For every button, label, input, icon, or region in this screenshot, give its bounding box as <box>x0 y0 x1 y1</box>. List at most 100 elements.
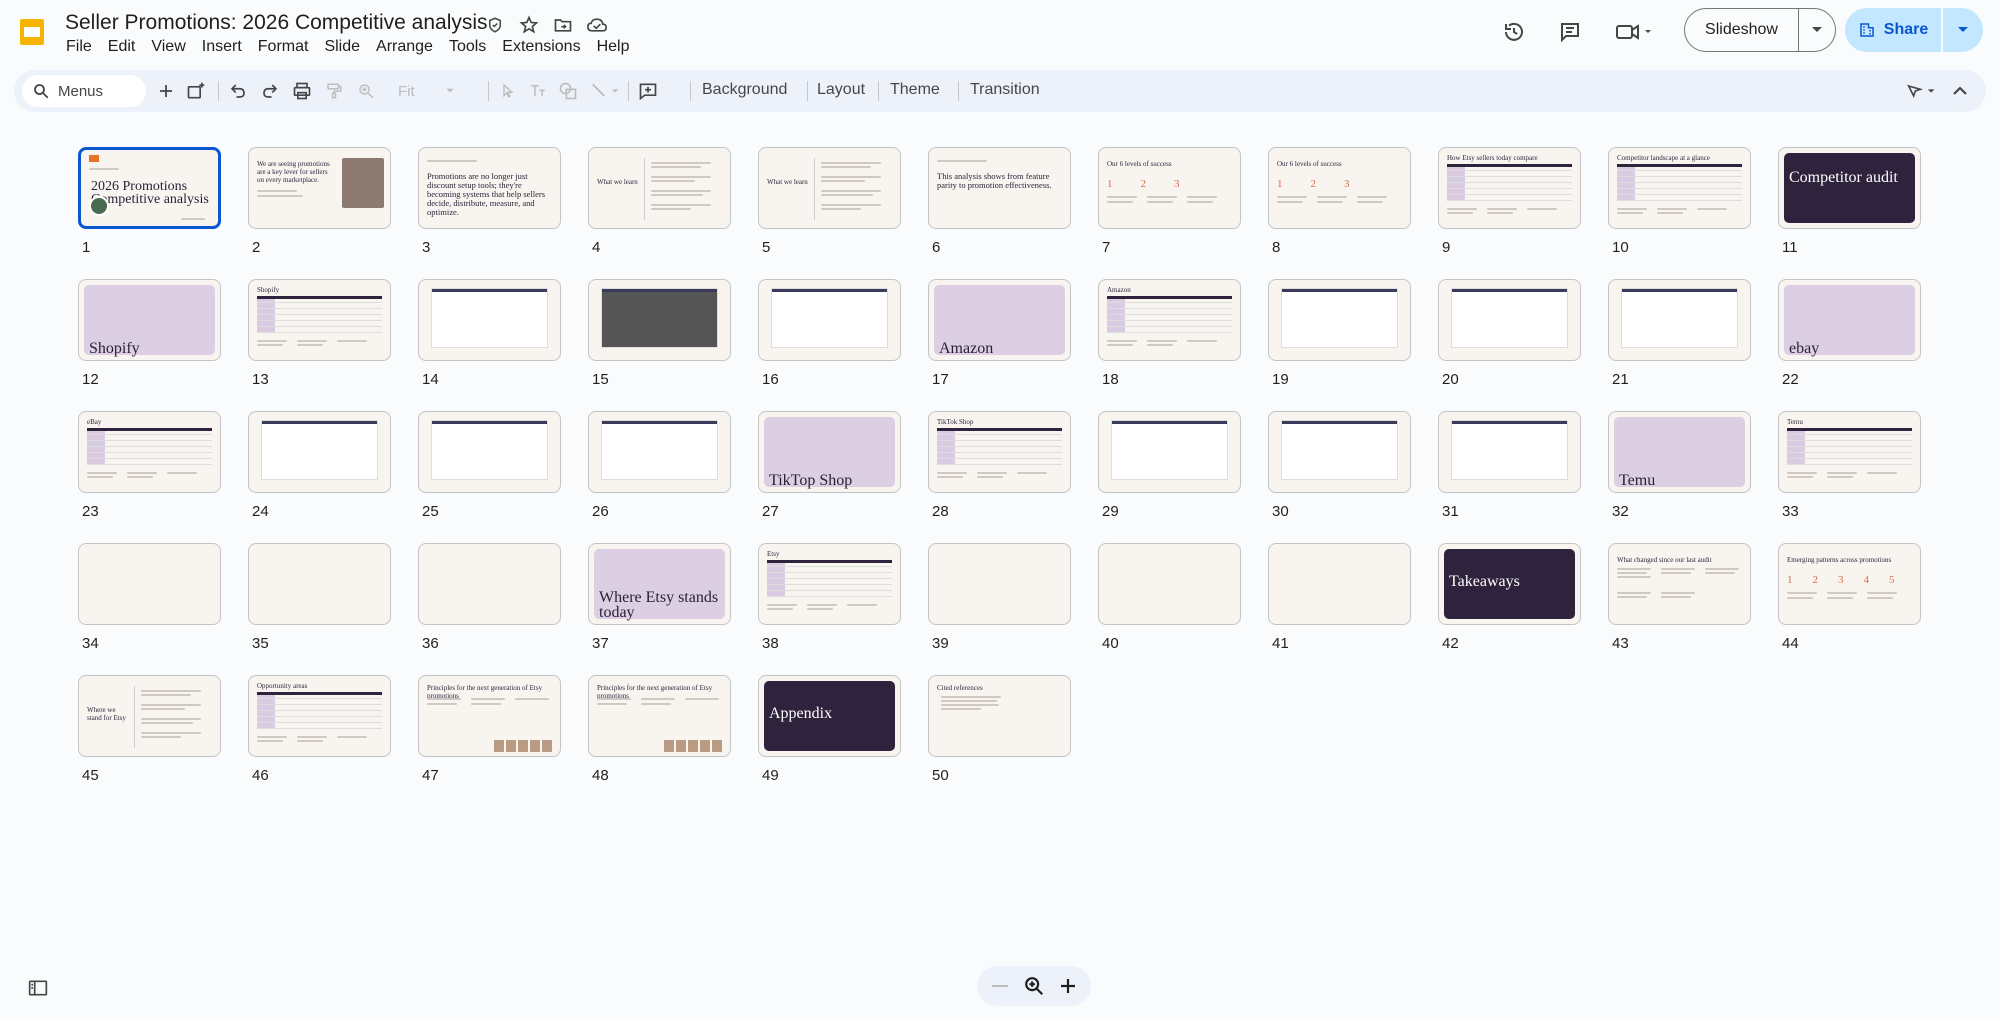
slide-thumbnail-47[interactable]: Principles for the next generation of Et… <box>418 675 561 784</box>
undo-icon[interactable] <box>224 77 252 105</box>
slide-thumbnail-19[interactable]: 19 <box>1268 279 1411 388</box>
slideshow-options-chevron-icon[interactable] <box>1799 9 1835 51</box>
slide-thumbnail-9[interactable]: How Etsy sellers today compare 9 <box>1438 147 1581 256</box>
insert-comment-icon[interactable] <box>634 77 662 105</box>
slide-thumbnail-11[interactable]: Competitor audit 11 <box>1778 147 1921 256</box>
slide-thumbnail-34[interactable]: 34 <box>78 543 221 652</box>
slide-thumbnail-26[interactable]: 26 <box>588 411 731 520</box>
slide-thumbnail-41[interactable]: 41 <box>1268 543 1411 652</box>
slide-thumbnail-4[interactable]: What we learn 4 <box>588 147 731 256</box>
select-cursor-icon[interactable] <box>494 77 522 105</box>
slide-thumbnail-38[interactable]: Etsy 38 <box>758 543 901 652</box>
menu-tools[interactable]: Tools <box>441 37 494 57</box>
slide-thumbnail-39[interactable]: 39 <box>928 543 1071 652</box>
menu-extensions[interactable]: Extensions <box>494 37 588 57</box>
slide-thumbnail-36[interactable]: 36 <box>418 543 561 652</box>
slide-thumbnail-21[interactable]: 21 <box>1608 279 1751 388</box>
slide-thumbnail-31[interactable]: 31 <box>1438 411 1581 520</box>
slide-thumbnail-3[interactable]: Promotions are no longer just discount s… <box>418 147 561 256</box>
slide-number: 38 <box>762 635 779 652</box>
slide-thumbnail-30[interactable]: 30 <box>1268 411 1411 520</box>
slide-thumbnail-43[interactable]: What changed since our last audit 43 <box>1608 543 1751 652</box>
print-icon[interactable] <box>288 77 316 105</box>
menu-insert[interactable]: Insert <box>194 37 250 57</box>
slide-thumbnail-1[interactable]: 2026 Promotions Competitive analysis 1 <box>78 147 221 256</box>
slide-thumbnail-42[interactable]: Takeaways 42 <box>1438 543 1581 652</box>
menu-edit[interactable]: Edit <box>100 37 144 57</box>
slide-thumbnail-22[interactable]: ebay 22 <box>1778 279 1921 388</box>
slides-logo-icon[interactable] <box>16 16 48 48</box>
menu-slide[interactable]: Slide <box>316 37 368 57</box>
slide-thumbnail-35[interactable]: 35 <box>248 543 391 652</box>
editing-mode-pen-icon[interactable] <box>1900 77 1944 105</box>
layout-button[interactable]: Layout <box>817 81 865 99</box>
menu-view[interactable]: View <box>143 37 193 57</box>
slide-thumbnail-23[interactable]: eBay 23 <box>78 411 221 520</box>
slide-thumbnail-13[interactable]: Shopify 13 <box>248 279 391 388</box>
menu-help[interactable]: Help <box>589 37 638 57</box>
share-options-chevron-icon[interactable] <box>1943 8 1983 52</box>
slide-thumbnail-46[interactable]: Opportunity areas 46 <box>248 675 391 784</box>
slide-thumbnail-25[interactable]: 25 <box>418 411 561 520</box>
slide-thumbnail-10[interactable]: Competitor landscape at a glance 10 <box>1608 147 1751 256</box>
slide-thumbnail-15[interactable]: 15 <box>588 279 731 388</box>
zoom-icon[interactable] <box>352 77 380 105</box>
slide-thumbnail-12[interactable]: Shopify 12 <box>78 279 221 388</box>
slide-thumbnail-28[interactable]: TikTok Shop 28 <box>928 411 1071 520</box>
slide-thumbnail-32[interactable]: Temu 32 <box>1608 411 1751 520</box>
transition-button[interactable]: Transition <box>970 81 1040 99</box>
slide-thumbnail-50[interactable]: Cited references 50 <box>928 675 1071 784</box>
menus-search[interactable]: Menus <box>22 75 146 107</box>
move-folder-icon[interactable] <box>550 12 576 38</box>
slide-thumbnail-37[interactable]: Where Etsy stands today 37 <box>588 543 731 652</box>
slide-thumbnail-2[interactable]: We are seeing promotions are a key lever… <box>248 147 391 256</box>
version-history-icon[interactable] <box>1498 16 1530 48</box>
document-title[interactable]: Seller Promotions: 2026 Competitive anal… <box>65 11 488 35</box>
slide-thumbnail-33[interactable]: Temu 33 <box>1778 411 1921 520</box>
zoom-select[interactable]: Fit <box>394 76 490 106</box>
new-slide-plus-icon[interactable] <box>152 77 180 105</box>
slide-thumbnail-40[interactable]: 40 <box>1098 543 1241 652</box>
zoom-in-plus-icon[interactable] <box>1054 972 1082 1000</box>
slide-preview: TikTop Shop <box>758 411 901 493</box>
comments-icon[interactable] <box>1554 16 1586 48</box>
slide-thumbnail-17[interactable]: Amazon 17 <box>928 279 1071 388</box>
security-shield-icon[interactable] <box>482 12 508 38</box>
menu-file[interactable]: File <box>58 37 100 57</box>
slide-thumbnail-45[interactable]: Where we stand for Etsy 45 <box>78 675 221 784</box>
slide-thumbnail-8[interactable]: Our 6 levels of success 1 2 3 8 <box>1268 147 1411 256</box>
slide-thumbnail-20[interactable]: 20 <box>1438 279 1581 388</box>
theme-button[interactable]: Theme <box>890 81 940 99</box>
background-button[interactable]: Background <box>702 81 787 99</box>
slide-thumbnail-49[interactable]: Appendix 49 <box>758 675 901 784</box>
slide-thumbnail-29[interactable]: 29 <box>1098 411 1241 520</box>
toggle-filmstrip-icon[interactable] <box>26 976 50 1000</box>
zoom-out-minus-icon[interactable] <box>986 972 1014 1000</box>
slide-thumbnail-14[interactable]: 14 <box>418 279 561 388</box>
redo-icon[interactable] <box>256 77 284 105</box>
line-tool-icon[interactable] <box>586 77 626 105</box>
new-slide-layout-icon[interactable] <box>182 77 210 105</box>
slide-thumbnail-5[interactable]: What we learn 5 <box>758 147 901 256</box>
shape-icon[interactable] <box>554 77 582 105</box>
meet-video-icon[interactable] <box>1612 16 1656 48</box>
collapse-toolbar-chevron-icon[interactable] <box>1946 77 1974 105</box>
slide-thumbnail-44[interactable]: Emerging patterns across promotions 1 2 3 4 5… <box>1778 543 1921 652</box>
menu-arrange[interactable]: Arrange <box>368 37 441 57</box>
star-icon[interactable] <box>516 12 542 38</box>
slide-thumbnail-18[interactable]: Amazon 18 <box>1098 279 1241 388</box>
paint-format-icon[interactable] <box>320 77 348 105</box>
slide-thumbnail-6[interactable]: This analysis shows from feature parity … <box>928 147 1071 256</box>
grid-zoom-icon[interactable] <box>1020 972 1048 1000</box>
text-box-icon[interactable] <box>524 77 552 105</box>
slideshow-button[interactable]: Slideshow <box>1685 9 1799 51</box>
share-button[interactable]: Share <box>1845 8 1943 52</box>
slide-thumbnail-27[interactable]: TikTop Shop 27 <box>758 411 901 520</box>
menu-format[interactable]: Format <box>250 37 317 57</box>
cloud-saved-icon[interactable] <box>584 12 610 38</box>
slide-thumbnail-7[interactable]: Our 6 levels of success 1 2 3 7 <box>1098 147 1241 256</box>
slide-thumbnail-16[interactable]: 16 <box>758 279 901 388</box>
slide-thumbnail-48[interactable]: Principles for the next generation of Et… <box>588 675 731 784</box>
slide-number: 45 <box>82 767 99 784</box>
slide-thumbnail-24[interactable]: 24 <box>248 411 391 520</box>
